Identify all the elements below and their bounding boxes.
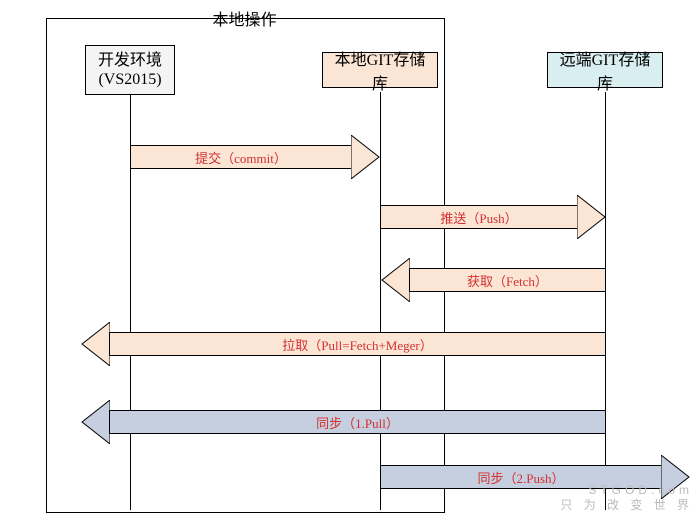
actor-dev-label-2: (VS2015)	[98, 70, 161, 89]
actor-local-label: 本地GIT存储库	[327, 46, 433, 94]
arrowhead-left-icon	[80, 400, 110, 444]
arrow-commit: 提交（commit）	[130, 135, 380, 179]
watermark-line2: 只 为 改 变 世 界	[560, 498, 693, 514]
msg-fetch: 获取（Fetch）	[467, 271, 548, 290]
msg-sync-push: 同步（2.Push）	[477, 468, 564, 487]
msg-commit: 提交（commit）	[195, 148, 287, 167]
arrow-pull: 拉取（Pull=Fetch+Meger）	[80, 322, 606, 366]
arrow-fetch: 获取（Fetch）	[380, 258, 606, 302]
watermark-line1: STGOD.com	[560, 483, 693, 499]
msg-sync-pull: 同步（1.Pull）	[316, 413, 399, 432]
arrowhead-right-icon	[577, 195, 607, 239]
msg-pull: 拉取（Pull=Fetch+Meger）	[282, 335, 432, 354]
actor-remote-label: 远端GIT存储库	[552, 46, 658, 94]
actor-remote: 远端GIT存储库	[547, 52, 663, 88]
actor-dev-label-1: 开发环境	[98, 51, 162, 70]
arrowhead-left-icon	[80, 322, 110, 366]
local-ops-title: 本地操作	[46, 6, 443, 30]
arrowhead-left-icon	[380, 258, 410, 302]
msg-push: 推送（Push）	[440, 208, 517, 227]
watermark: STGOD.com 只 为 改 变 世 界	[560, 483, 693, 514]
arrow-push: 推送（Push）	[380, 195, 606, 239]
arrowhead-right-icon	[351, 135, 381, 179]
actor-dev: 开发环境 (VS2015)	[85, 45, 175, 95]
arrow-sync-pull: 同步（1.Pull）	[80, 400, 606, 444]
diagram-canvas: 本地操作 开发环境 (VS2015) 本地GIT存储库 远端GIT存储库 提交（…	[0, 0, 699, 518]
actor-local: 本地GIT存储库	[322, 52, 438, 88]
